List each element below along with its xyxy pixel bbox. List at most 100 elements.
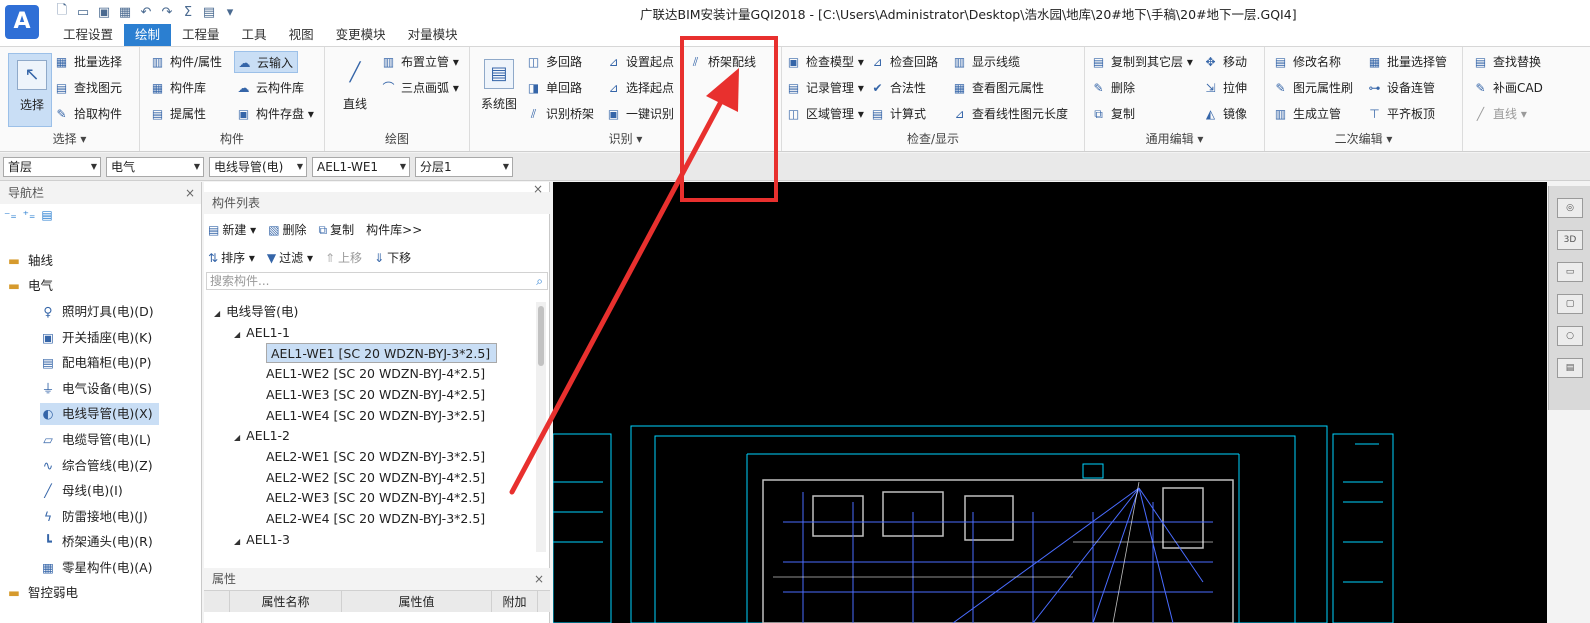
tree-group[interactable]: ◢ AEL1-2 (234, 426, 290, 446)
group-label-edit[interactable]: 通用编辑 ▾ (1085, 130, 1264, 147)
expand-triangle-icon[interactable]: ◢ (234, 330, 240, 339)
menu-tab-5[interactable]: 视图 (278, 24, 325, 46)
copy-component-button[interactable]: ⧉ 复制 (319, 221, 355, 238)
disk-icon[interactable]: ▤ (201, 5, 217, 20)
tree-root[interactable]: ◢ 电线导管(电) (214, 302, 298, 322)
menu-tab-6[interactable]: 变更模块 (325, 24, 397, 46)
device-connect-pipe-button[interactable]: ⊶ 设备连管 (1365, 77, 1439, 99)
discipline-select[interactable]: 电气 ▼ (106, 157, 204, 177)
rotate-icon[interactable]: ○ (1557, 326, 1583, 346)
layer-icon[interactable]: ▤ (1557, 358, 1583, 378)
tree-group[interactable]: ◢ AEL1-1 (234, 323, 290, 343)
select-button[interactable]: ↖ 选择 (8, 53, 52, 127)
component-library-button[interactable]: ▦ 构件库 (148, 77, 210, 99)
tree-item[interactable]: AEL1-WE3 [SC 20 WDZN-BYJ-4*2.5] (266, 385, 485, 405)
sum-icon[interactable]: Σ (180, 5, 196, 20)
nav-item-6[interactable]: ▱ 电缆导管(电)(L) (40, 429, 151, 451)
rename-button[interactable]: ▤ 修改名称 (1271, 51, 1345, 73)
new-component-button[interactable]: ▤ 新建 ▾ (208, 221, 256, 238)
nav-item-11[interactable]: ▦ 零星构件(电)(A) (40, 557, 152, 579)
tree-item[interactable]: AEL2-WE1 [SC 20 WDZN-BYJ-3*2.5] (266, 447, 485, 467)
qat-dropdown-icon[interactable]: ▾ (222, 5, 238, 20)
save-icon[interactable]: ▣ (96, 5, 112, 20)
record-management-button[interactable]: ▤ 记录管理 ▾ (784, 77, 868, 99)
element-brush-button[interactable]: ✎ 图元属性刷 (1271, 77, 1357, 99)
delete-component-button[interactable]: ▧ 删除 (268, 221, 306, 238)
menu-tab-2[interactable]: 绘制 (124, 24, 172, 46)
stretch-button[interactable]: ⇲ 拉伸 (1201, 77, 1251, 99)
search-icon[interactable]: ⌕ (536, 273, 543, 289)
menu-tab-4[interactable]: 工具 (231, 24, 278, 46)
identify-tray-button[interactable]: ⫽ 识别桥架 (524, 103, 598, 125)
redo-icon[interactable]: ↷ (159, 5, 175, 20)
extract-properties-button[interactable]: ▤ 提属性 (148, 103, 210, 125)
multi-circuit-button[interactable]: ◫ 多回路 (524, 51, 586, 73)
nav-item-5[interactable]: ◐ 电线导管(电)(X) (40, 403, 159, 426)
view-3d-icon[interactable]: 3D (1557, 230, 1583, 250)
copy-button[interactable]: ⧉ 复制 (1089, 103, 1139, 125)
view-element-properties-button[interactable]: ▦ 查看图元属性 (950, 77, 1048, 99)
expand-triangle-icon[interactable]: ◢ (234, 433, 240, 442)
tree-scrollbar[interactable] (536, 302, 546, 552)
menu-tab-3[interactable]: 工程量 (171, 24, 231, 46)
menu-tab-1[interactable]: 工程设置 (52, 24, 124, 46)
align-slab-top-button[interactable]: ⊤ 平齐板顶 (1365, 103, 1439, 125)
zoom-icon[interactable]: ◎ (1557, 198, 1583, 218)
nav-item-2[interactable]: ▣ 开关插座(电)(K) (40, 327, 152, 349)
mirror-button[interactable]: ◭ 镜像 (1201, 103, 1251, 125)
nav-item-9[interactable]: ϟ 防雷接地(电)(J) (40, 506, 148, 528)
cloud-input-button[interactable]: ☁ 云输入 (234, 51, 299, 73)
component-library-link[interactable]: 构件库>> (366, 221, 422, 238)
nav-folder-electrical[interactable]: ▬ 电气 (6, 275, 53, 297)
app-logo[interactable]: A (5, 5, 39, 39)
expand-triangle-icon[interactable]: ◢ (234, 537, 240, 546)
component-properties-button[interactable]: ▥ 构件/属性 (148, 51, 226, 73)
generate-riser-button[interactable]: ▥ 生成立管 (1271, 103, 1345, 125)
move-button[interactable]: ✥ 移动 (1201, 51, 1251, 73)
expand-all-icon[interactable]: ⁺₌ (23, 208, 36, 222)
tree-item[interactable]: AEL1-WE4 [SC 20 WDZN-BYJ-3*2.5] (266, 406, 485, 426)
nav-item-1[interactable]: ♀ 照明灯具(电)(D) (40, 301, 153, 323)
tree-item[interactable]: AEL1-WE1 [SC 20 WDZN-BYJ-3*2.5] (266, 343, 498, 364)
sort-button[interactable]: ⇅ 排序 ▾ (208, 249, 255, 266)
edit-nav-icon[interactable]: ▤ (41, 208, 52, 222)
nav-folder-smart-weak[interactable]: ▬ 智控弱电 (6, 582, 78, 604)
batch-select-button[interactable]: ▦ 批量选择 (52, 51, 126, 73)
tree-item[interactable]: AEL2-WE2 [SC 20 WDZN-BYJ-4*2.5] (266, 468, 485, 488)
system-diagram-button[interactable]: ▤ 系统图 (476, 53, 522, 112)
tree-group[interactable]: ◢ AEL1-3 (234, 530, 290, 550)
line-button[interactable]: ╱ 直线 (333, 53, 377, 112)
pick-component-button[interactable]: ✎ 拾取构件 (52, 103, 126, 125)
new-file-icon[interactable]: 🗋 (54, 1, 70, 23)
set-start-point-button[interactable]: ⊿ 设置起点 (604, 51, 678, 73)
find-replace-button[interactable]: ▤ 查找替换 (1471, 51, 1545, 73)
component-save-button[interactable]: ▣ 构件存盘 ▾ (234, 103, 318, 125)
select-start-point-button[interactable]: ⊿ 选择起点 (604, 77, 678, 99)
component-search-input[interactable]: 搜索构件... ⌕ (206, 272, 548, 290)
close-icon[interactable]: × (185, 182, 195, 204)
formula-button[interactable]: ▤ 计算式 (868, 103, 930, 125)
group-label-secondary[interactable]: 二次编辑 ▾ (1265, 130, 1462, 147)
view-linear-length-button[interactable]: ⊿ 查看线性图元长度 (950, 103, 1072, 125)
copy-to-other-floor-button[interactable]: ▤ 复制到其它层 ▾ (1089, 51, 1197, 73)
pan-icon[interactable]: ▭ (1557, 262, 1583, 282)
component-select[interactable]: AEL1-WE1 ▼ (312, 157, 410, 177)
expand-triangle-icon[interactable]: ◢ (214, 309, 220, 318)
line-dropdown-button[interactable]: ╱ 直线 ▾ (1471, 103, 1531, 125)
filter-button[interactable]: ▼ 过滤 ▾ (267, 249, 313, 266)
redraw-cad-button[interactable]: ✎ 补画CAD (1471, 77, 1547, 99)
undo-icon[interactable]: ↶ (138, 5, 154, 20)
check-circuit-button[interactable]: ⊿ 检查回路 (868, 51, 942, 73)
open-folder-icon[interactable]: ▭ (75, 5, 91, 20)
group-label-select[interactable]: 选择 ▾ (0, 130, 139, 147)
calc-icon[interactable]: ▦ (117, 5, 133, 20)
nav-item-10[interactable]: ┗ 桥架通头(电)(R) (40, 531, 152, 553)
menu-tab-7[interactable]: 对量模块 (397, 24, 469, 46)
layer-select[interactable]: 分层1 ▼ (415, 157, 513, 177)
scrollbar-thumb[interactable] (538, 306, 544, 366)
collapse-all-icon[interactable]: ⁻₌ (4, 208, 17, 222)
place-riser-button[interactable]: ▥ 布置立管 ▾ (379, 51, 463, 73)
one-click-identify-button[interactable]: ▣ 一键识别 (604, 103, 678, 125)
nav-item-3[interactable]: ▤ 配电箱柜(电)(P) (40, 352, 151, 374)
tree-item[interactable]: AEL2-WE3 [SC 20 WDZN-BYJ-4*2.5] (266, 488, 485, 508)
